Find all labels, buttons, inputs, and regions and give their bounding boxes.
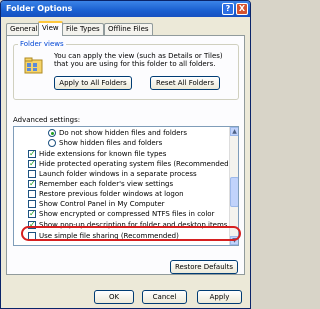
folder-views-description: You can apply the view (such as Details … [54,52,223,68]
radio-do-not-show-hidden[interactable] [48,129,56,137]
folder-views-icon [24,57,43,74]
checkbox-hide-extensions[interactable] [28,149,36,158]
cancel-button[interactable]: Cancel [142,290,187,304]
tab-offline-files[interactable]: Offline Files [104,23,153,35]
checkbox-show-control-panel[interactable] [28,200,36,208]
apply-to-all-folders-button[interactable]: Apply to All Folders [54,76,132,90]
scroll-up-icon[interactable]: ▲ [230,127,238,136]
scroll-thumb[interactable] [230,177,238,207]
apply-button[interactable]: Apply [197,290,242,304]
advanced-settings-label: Advanced settings: [13,116,81,124]
radio-show-hidden[interactable] [48,139,56,147]
tab-file-types[interactable]: File Types [62,23,104,35]
help-icon[interactable]: ? [222,3,234,15]
close-icon[interactable]: X [236,3,248,15]
title-bar[interactable]: Folder Options ? X [1,1,250,17]
folder-options-dialog: Folder Options ? X General View File Typ… [0,0,251,309]
window-title: Folder Options [6,4,73,13]
reset-all-folders-button[interactable]: Reset All Folders [150,76,220,90]
checkbox-hide-protected-files[interactable] [28,159,36,168]
tab-view[interactable]: View [38,21,63,36]
checkbox-show-encrypted-color[interactable] [28,209,36,218]
checkbox-remember-view-settings[interactable] [28,179,36,188]
ok-button[interactable]: OK [94,290,134,304]
tab-general[interactable]: General [6,23,42,35]
restore-defaults-button[interactable]: Restore Defaults [170,260,238,274]
folder-views-title: Folder views [18,40,66,48]
checkbox-restore-previous-windows[interactable] [28,190,36,198]
annotation-circle [21,226,241,241]
checkbox-launch-separate-process[interactable] [28,170,36,178]
folder-views-group: Folder views You can apply the view (suc… [13,40,239,100]
